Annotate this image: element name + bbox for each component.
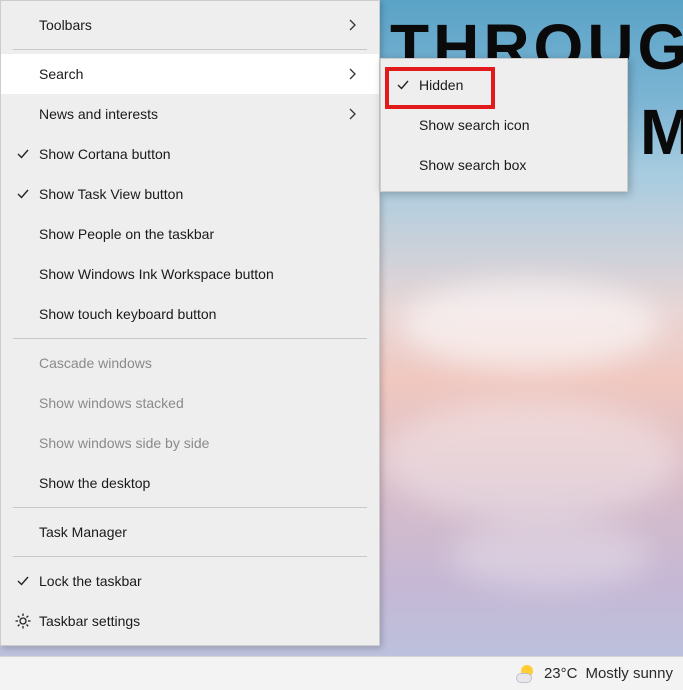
menu-item-show-ink-workspace[interactable]: Show Windows Ink Workspace button [1, 254, 379, 294]
menu-item-label: Taskbar settings [33, 613, 349, 629]
menu-item-label: Show the desktop [33, 475, 349, 491]
wallpaper-cloud [380, 400, 680, 520]
submenu-item-show-search-box[interactable]: Show search box [381, 145, 627, 185]
menu-separator [13, 556, 367, 557]
menu-item-task-manager[interactable]: Task Manager [1, 512, 379, 552]
menu-item-label: Toolbars [33, 17, 349, 33]
submenu-item-label: Show search icon [413, 117, 613, 133]
menu-item-news-interests[interactable]: News and interests [1, 94, 379, 134]
menu-item-label: Show windows stacked [33, 395, 349, 411]
menu-item-cascade-windows: Cascade windows [1, 343, 379, 383]
menu-item-show-desktop[interactable]: Show the desktop [1, 463, 379, 503]
menu-item-label: Task Manager [33, 524, 349, 540]
taskbar: 23°C Mostly sunny [0, 656, 683, 690]
menu-item-label: News and interests [33, 106, 349, 122]
menu-item-label: Cascade windows [33, 355, 349, 371]
chevron-right-icon [349, 68, 365, 80]
submenu-item-show-search-icon[interactable]: Show search icon [381, 105, 627, 145]
menu-item-label: Show Windows Ink Workspace button [33, 266, 349, 282]
weather-condition[interactable]: Mostly sunny [585, 665, 673, 682]
menu-item-label: Lock the taskbar [33, 573, 349, 589]
taskbar-context-menu: Toolbars Search News and interests Show … [0, 0, 380, 646]
menu-item-label: Show windows side by side [33, 435, 349, 451]
menu-item-label: Show Task View button [33, 186, 349, 202]
check-icon [13, 147, 33, 161]
submenu-item-hidden[interactable]: Hidden [381, 65, 627, 105]
menu-item-show-side-by-side: Show windows side by side [1, 423, 379, 463]
weather-icon[interactable] [516, 664, 536, 684]
menu-item-show-people[interactable]: Show People on the taskbar [1, 214, 379, 254]
wallpaper-cloud [400, 280, 660, 370]
menu-item-show-touch-keyboard[interactable]: Show touch keyboard button [1, 294, 379, 334]
menu-item-lock-taskbar[interactable]: Lock the taskbar [1, 561, 379, 601]
menu-item-label: Search [33, 66, 349, 82]
check-icon [393, 78, 413, 92]
wallpaper-cloud [450, 520, 650, 590]
menu-item-search[interactable]: Search [1, 54, 379, 94]
menu-item-label: Show Cortana button [33, 146, 349, 162]
menu-item-show-stacked: Show windows stacked [1, 383, 379, 423]
menu-item-label: Show touch keyboard button [33, 306, 349, 322]
gear-icon [13, 613, 33, 629]
chevron-right-icon [349, 108, 365, 120]
menu-item-show-task-view[interactable]: Show Task View button [1, 174, 379, 214]
weather-temp[interactable]: 23°C [544, 665, 578, 682]
chevron-right-icon [349, 19, 365, 31]
menu-item-toolbars[interactable]: Toolbars [1, 5, 379, 45]
check-icon [13, 574, 33, 588]
submenu-item-label: Hidden [413, 77, 613, 93]
menu-item-label: Show People on the taskbar [33, 226, 349, 242]
wallpaper-text-2: M [640, 95, 683, 169]
submenu-item-label: Show search box [413, 157, 613, 173]
search-submenu: Hidden Show search icon Show search box [380, 58, 628, 192]
menu-separator [13, 49, 367, 50]
menu-separator [13, 507, 367, 508]
check-icon [13, 187, 33, 201]
menu-item-taskbar-settings[interactable]: Taskbar settings [1, 601, 379, 641]
menu-item-show-cortana[interactable]: Show Cortana button [1, 134, 379, 174]
menu-separator [13, 338, 367, 339]
